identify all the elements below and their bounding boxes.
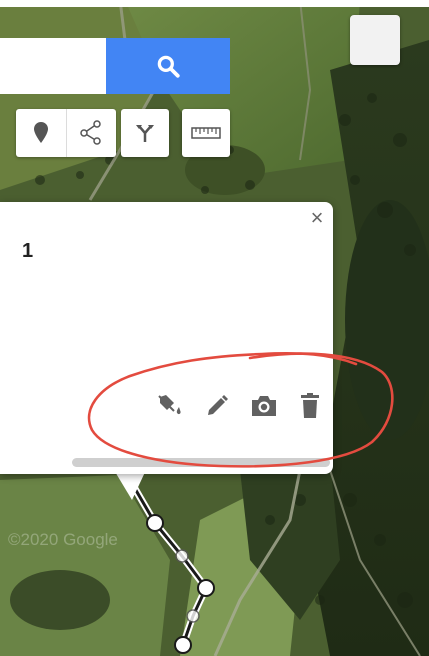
screen: ©2020 Google 1 × bbox=[0, 0, 429, 656]
style-button[interactable] bbox=[156, 392, 184, 420]
marker-icon bbox=[33, 122, 48, 143]
popup-title: 1 bbox=[22, 240, 34, 262]
route-midpoint[interactable] bbox=[175, 549, 189, 563]
add-photo-button[interactable] bbox=[250, 392, 278, 420]
draw-line-button[interactable] bbox=[65, 109, 117, 157]
drawing-toolbar bbox=[16, 109, 116, 157]
delete-trash-icon bbox=[301, 393, 319, 418]
close-button[interactable]: × bbox=[305, 206, 329, 230]
horizontal-scrollbar[interactable] bbox=[72, 458, 330, 467]
camera-icon bbox=[252, 396, 276, 416]
search-button[interactable] bbox=[106, 38, 230, 94]
directions-icon bbox=[136, 125, 154, 142]
delete-button[interactable] bbox=[296, 392, 324, 420]
info-popup: 1 × bbox=[0, 202, 333, 474]
add-marker-button[interactable] bbox=[16, 109, 66, 157]
edit-button[interactable] bbox=[203, 392, 231, 420]
draw-line-icon bbox=[80, 120, 101, 145]
edit-pencil-icon bbox=[208, 395, 228, 415]
top-border bbox=[0, 0, 429, 7]
popup-tail bbox=[114, 470, 146, 500]
style-paint-icon bbox=[158, 395, 181, 415]
search-input[interactable] bbox=[0, 38, 106, 94]
map-watermark: ©2020 Google bbox=[8, 530, 118, 549]
route-vertex[interactable] bbox=[197, 579, 215, 597]
measure-distance-button[interactable] bbox=[182, 109, 230, 157]
search-icon bbox=[157, 55, 180, 78]
route-vertex[interactable] bbox=[174, 636, 192, 654]
route-midpoint[interactable] bbox=[186, 609, 200, 623]
route-vertex[interactable] bbox=[146, 514, 164, 532]
ruler-icon bbox=[191, 127, 221, 139]
directions-button[interactable] bbox=[121, 109, 169, 157]
map-type-button[interactable] bbox=[350, 15, 400, 65]
